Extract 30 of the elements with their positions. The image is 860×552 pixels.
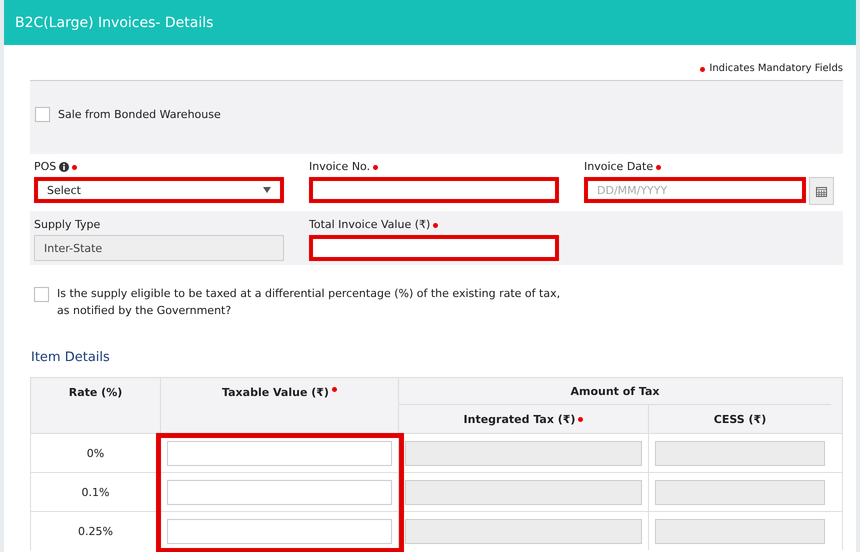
input-field[interactable] [309, 177, 559, 203]
input-field[interactable] [309, 235, 559, 261]
supply-type-field[interactable]: Inter-State [34, 235, 284, 261]
column-header: Taxable Value (₹) [222, 386, 337, 433]
rate-cell: 0.1% [82, 486, 110, 498]
checkbox[interactable] [35, 107, 50, 122]
column-header: CESS (₹) [714, 412, 766, 426]
required-dot [700, 66, 706, 72]
checkbox-label: Sale from Bonded Warehouse [58, 108, 221, 121]
calendar-icon [816, 186, 828, 196]
section-title: Item Details [30, 350, 111, 365]
info-icon [59, 162, 70, 172]
date-field[interactable]: DD/MM/YYYY [584, 177, 806, 203]
page-title: B2C(Large) Invoices- Details [15, 14, 214, 30]
column-header: Amount of Tax [570, 384, 660, 398]
field-label: Invoice Date [584, 160, 662, 173]
caret-icon [263, 187, 271, 193]
checkbox-label: Is the supply eligible to be taxed at a differential percentage (%) of the existing rate of tax, as notified by the Government? [57, 286, 562, 319]
column-header: Rate (%) [68, 386, 122, 401]
mandatory-note: Indicates Mandatory Fields [709, 63, 843, 74]
column-header: Integrated Tax (₹) [464, 412, 584, 426]
checkbox[interactable] [34, 287, 49, 302]
pos-select[interactable]: Select [34, 177, 284, 203]
field-label: POS [34, 160, 78, 173]
field-label: Supply Type [34, 218, 100, 231]
rate-cell: 0.25% [78, 524, 113, 538]
rate-cell: 0% [86, 446, 104, 460]
calendar-button[interactable] [809, 177, 834, 205]
field-label: Total Invoice Value (₹) [309, 218, 438, 231]
field-label: Invoice No. [309, 160, 378, 173]
